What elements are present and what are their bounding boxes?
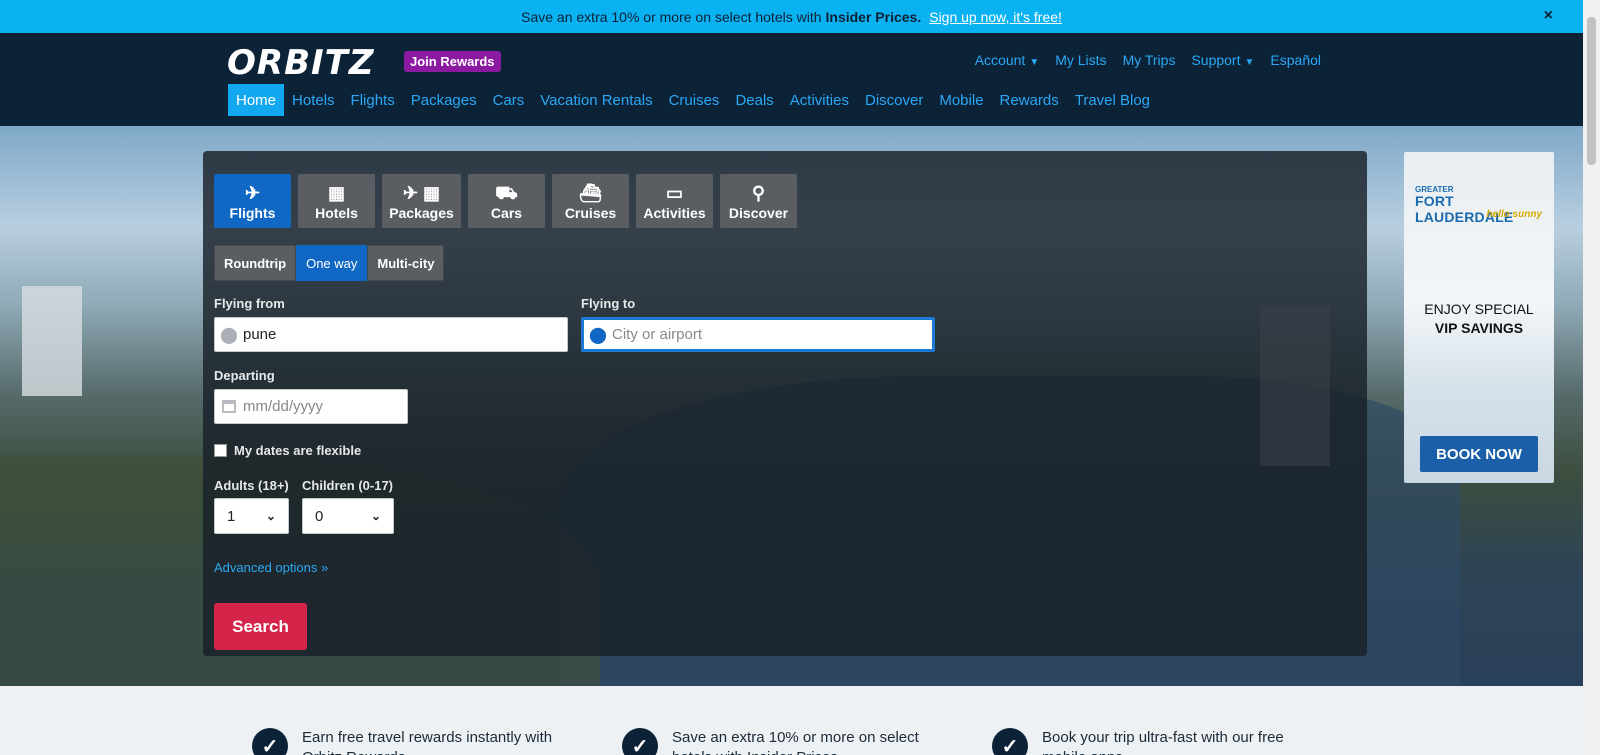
departing-label: Departing (214, 368, 275, 383)
children-label: Children (0-17) (302, 478, 394, 493)
flying-to-placeholder: City or airport (612, 326, 703, 343)
adults-select[interactable]: 1 ⌄ (214, 498, 289, 534)
tab-cruises[interactable]: ⛴ Cruises (552, 174, 629, 228)
nav-flights[interactable]: Flights (343, 84, 403, 116)
children-select[interactable]: 0 ⌄ (302, 498, 394, 534)
close-icon[interactable]: × (1544, 7, 1553, 25)
fort-lauderdale-ad[interactable]: GREATER FORT LAUDERDALE hello sunny ENJO… (1404, 152, 1554, 483)
one-way-button[interactable]: One way (296, 245, 368, 281)
nav-rewards[interactable]: Rewards (992, 84, 1067, 116)
promo-text: Save an extra 10% or more on select hote… (521, 8, 822, 25)
building-icon: ▦ (327, 182, 345, 203)
hero-building (22, 286, 82, 396)
nav-vacation-rentals[interactable]: Vacation Rentals (532, 84, 660, 116)
trip-type-toggle: Roundtrip One way Multi-city (214, 245, 445, 281)
flying-from-value: pune (243, 326, 277, 343)
nav-packages[interactable]: Packages (403, 84, 485, 116)
departing-date-input[interactable]: mm/dd/yyyy (214, 389, 408, 424)
adults-value: 1 (227, 507, 236, 525)
tab-activities[interactable]: ▭ Activities (636, 174, 713, 228)
ad-line-2: VIP SAVINGS (1434, 320, 1524, 336)
site-header: ORBITZ Join Rewards Account ▼ My Lists My… (0, 33, 1583, 126)
search-icon: ⚲ (751, 182, 766, 203)
children-value: 0 (315, 507, 324, 525)
book-now-button[interactable]: BOOK NOW (1420, 436, 1538, 472)
nav-travel-blog[interactable]: Travel Blog (1067, 84, 1158, 116)
flying-to-input[interactable]: ⬤ City or airport (581, 317, 935, 352)
nav-mobile[interactable]: Mobile (931, 84, 991, 116)
roundtrip-button[interactable]: Roundtrip (214, 245, 297, 281)
flexible-dates[interactable]: My dates are flexible (214, 443, 361, 458)
join-rewards-button[interactable]: Join Rewards (404, 51, 501, 72)
nav-deals[interactable]: Deals (727, 84, 781, 116)
my-lists-link[interactable]: My Lists (1055, 52, 1106, 68)
ad-line-1: ENJOY SPECIAL (1424, 301, 1534, 317)
nav-cruises[interactable]: Cruises (661, 84, 728, 116)
car-icon: ⛟ (495, 182, 518, 203)
tab-discover[interactable]: ⚲ Discover (720, 174, 797, 228)
nav-discover[interactable]: Discover (857, 84, 931, 116)
utility-nav: Account ▼ My Lists My Trips Support ▼ Espa… (975, 52, 1321, 68)
nav-activities[interactable]: Activities (782, 84, 857, 116)
product-tabs: ✈ Flights ▦ Hotels ✈ ▦ Packages ⛟ Cars ⛴… (214, 174, 797, 228)
tab-packages[interactable]: ✈ ▦ Packages (382, 174, 461, 228)
promo-bold: Insider Prices. (825, 8, 922, 25)
scrollbar-thumb[interactable] (1587, 17, 1596, 165)
page-scrollbar[interactable] (1583, 0, 1600, 755)
search-panel: ✈ Flights ▦ Hotels ✈ ▦ Packages ⛟ Cars ⛴… (203, 151, 1367, 656)
chevron-down-icon: ▼ (1244, 57, 1255, 68)
chevron-down-icon: ⌄ (265, 509, 276, 523)
nav-cars[interactable]: Cars (485, 84, 533, 116)
tab-hotels[interactable]: ▦ Hotels (298, 174, 375, 228)
promo-signup-link[interactable]: Sign up now, it's free! (929, 9, 1062, 25)
checkmark-icon: ✓ (252, 728, 288, 755)
flying-to-label: Flying to (581, 296, 636, 311)
tab-cars[interactable]: ⛟ Cars (468, 174, 545, 228)
departing-placeholder: mm/dd/yyyy (243, 398, 324, 415)
location-pin-icon: ⬤ (220, 326, 238, 344)
chevron-down-icon: ▼ (1029, 57, 1040, 68)
nav-hotels[interactable]: Hotels (284, 84, 343, 116)
tab-flights[interactable]: ✈ Flights (214, 174, 291, 228)
support-menu[interactable]: Support ▼ (1191, 52, 1254, 68)
adults-label: Adults (18+) (214, 478, 289, 493)
ship-icon: ⛴ (579, 182, 602, 203)
advanced-options-link[interactable]: Advanced options » (214, 560, 328, 575)
account-menu[interactable]: Account ▼ (975, 52, 1040, 68)
flying-from-label: Flying from (214, 296, 285, 311)
nav-home[interactable]: Home (228, 84, 285, 116)
feature-mobile-apps: ✓ Book your trip ultra-fast with our fre… (992, 728, 1302, 755)
search-button[interactable]: Search (214, 603, 307, 650)
flexible-dates-label: My dates are flexible (234, 443, 362, 458)
flying-from-input[interactable]: ⬤ pune (214, 317, 568, 352)
promo-banner: Save an extra 10% or more on select hote… (0, 0, 1583, 33)
ad-brand-tag: hello sunny (1486, 209, 1542, 220)
my-trips-link[interactable]: My Trips (1123, 52, 1176, 68)
feature-insider-prices: ✓ Save an extra 10% or more on select ho… (622, 728, 932, 755)
ticket-icon: ▭ (665, 182, 683, 203)
flexible-dates-checkbox[interactable] (214, 444, 227, 457)
checkmark-icon: ✓ (622, 728, 658, 755)
calendar-icon (215, 400, 243, 413)
airplane-icon: ✈ (244, 182, 261, 203)
multi-city-button[interactable]: Multi-city (367, 245, 445, 281)
orbitz-logo[interactable]: ORBITZ (227, 43, 375, 83)
checkmark-icon: ✓ (992, 728, 1028, 755)
feature-rewards: ✓ Earn free travel rewards instantly wit… (252, 728, 562, 755)
espanol-link[interactable]: Español (1270, 52, 1321, 68)
location-pin-icon: ⬤ (589, 326, 607, 344)
features-strip: ✓ Earn free travel rewards instantly wit… (0, 686, 1583, 755)
chevron-down-icon: ⌄ (370, 509, 381, 523)
main-nav: Home Hotels Flights Packages Cars Vacati… (228, 84, 1158, 116)
package-icon: ✈ ▦ (402, 182, 441, 203)
